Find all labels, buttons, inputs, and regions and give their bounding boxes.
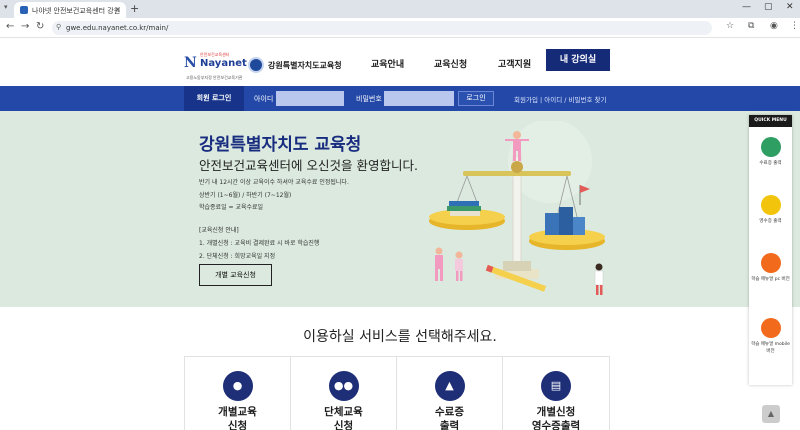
hero-subtitle: 안전보건교육센터에 오신것을 환영합니다.	[199, 158, 418, 173]
address-bar[interactable]: ⚲ gwe.edu.nayanet.co.kr/main/	[52, 21, 712, 35]
chat-bubble-icon	[760, 253, 781, 273]
service-individual-apply[interactable]: ● 개별교육 신청	[185, 357, 291, 430]
receipt-icon	[760, 195, 781, 215]
service-label: 단체교육 신청	[324, 406, 363, 430]
quick-certificate-print[interactable]: 수료증 출력	[749, 137, 792, 167]
service-label: 개별신청 영수증출력	[531, 406, 581, 430]
site-header: N 안전보건교육센터 Nayanet 고용노동부지정 안전보건교육기관 강원특별…	[0, 38, 800, 86]
login-bar: 회원 로그인 아이디 비밀번호 로그인 회원가입 | 아이디 / 비밀번호 찾기	[0, 86, 800, 111]
close-window-icon[interactable]: ✕	[786, 2, 794, 12]
education-office-seal-icon	[248, 57, 264, 73]
service-group-apply[interactable]: ●● 단체교육 신청	[291, 357, 397, 430]
user-icon: ●	[222, 371, 253, 401]
service-certificate-print[interactable]: ▲ 수료증 출력	[397, 357, 503, 430]
login-title: 회원 로그인	[184, 86, 244, 111]
hero-line: 반기 내 12시간 이상 교육이수 하셔야 교육수료 인정됩니다.	[199, 179, 349, 186]
menu-customer-support[interactable]: 고객지원	[498, 57, 531, 70]
hero-line: 상반기 (1~6월) / 하반기 (7~12월)	[199, 192, 292, 199]
bookmark-star-icon[interactable]: ☆	[726, 21, 734, 31]
quick-item-label: 수료증 출력	[759, 161, 782, 166]
service-label: 개별교육 신청	[218, 406, 257, 430]
hero-line: [교육신청 안내]	[199, 227, 239, 234]
browser-nav-bar: ← → ↻ ⚲ gwe.edu.nayanet.co.kr/main/ ☆ ⧉ …	[0, 18, 800, 38]
hero-banner: 강원특별자치도 교육청 안전보건교육센터에 오신것을 환영합니다. 반기 내 1…	[0, 111, 800, 307]
profile-icon[interactable]: ◉	[770, 21, 778, 31]
quick-receipt-print[interactable]: 영수증 출력	[749, 195, 792, 225]
logo-text: Nayanet	[200, 58, 247, 69]
extensions-icon[interactable]: ⧉	[748, 21, 754, 31]
id-label: 아이디	[254, 95, 274, 103]
nayanet-logo[interactable]: N 안전보건교육센터 Nayanet 고용노동부지정 안전보건교육기관	[184, 51, 247, 81]
browser-tab-bar: ▾ 나야넷 안전보건교육센터 강원 × + — ▢ ✕	[0, 0, 800, 18]
service-label: 수료증 출력	[435, 406, 464, 430]
site-info-icon[interactable]: ⚲	[56, 23, 61, 31]
hero-line: 학습종료일 = 교육수료일	[199, 204, 264, 211]
new-tab-icon[interactable]: +	[130, 2, 139, 15]
group-icon: ●●	[328, 371, 359, 401]
graduation-cap-icon: ▲	[434, 371, 465, 401]
graduation-cap-icon	[760, 137, 781, 157]
nj-mark-icon: N	[184, 55, 197, 71]
id-input[interactable]	[276, 91, 344, 106]
partner-name: 강원특별자치도교육청	[268, 61, 342, 70]
password-input[interactable]	[384, 91, 454, 106]
menu-education-info[interactable]: 교육안내	[371, 57, 404, 70]
password-label: 비밀번호	[356, 95, 382, 103]
maximize-icon[interactable]: ▢	[764, 2, 773, 12]
tab-search-icon[interactable]: ▾	[4, 3, 8, 11]
reload-icon[interactable]: ↻	[36, 21, 44, 32]
quick-menu-title: QUICK MENU	[749, 115, 792, 127]
tab-title: 나야넷 안전보건교육센터 강원	[32, 7, 121, 15]
hero-title: 강원특별자치도 교육청	[199, 135, 362, 155]
signup-find-links[interactable]: 회원가입 | 아이디 / 비밀번호 찾기	[514, 94, 606, 104]
services-grid: ● 개별교육 신청 ●● 단체교육 신청 ▲ 수료증 출력 ▤ 개별신청 영수증…	[184, 356, 610, 430]
browser-tab[interactable]: 나야넷 안전보건교육센터 강원 ×	[14, 2, 126, 18]
browser-menu-icon[interactable]: ⋮	[790, 21, 799, 31]
document-icon: ▤	[541, 371, 571, 401]
hero-line: 2. 단체신청 : 희망교육일 지정	[199, 253, 276, 260]
back-icon[interactable]: ←	[6, 21, 14, 32]
menu-education-apply[interactable]: 교육신청	[434, 57, 467, 70]
favicon-icon	[20, 6, 28, 14]
minimize-icon[interactable]: —	[742, 2, 751, 12]
my-classroom-button[interactable]: 내 강의실	[546, 49, 610, 71]
login-button[interactable]: 로그인	[458, 91, 494, 106]
quick-manual-pc[interactable]: 학습 매뉴얼 pc 버전	[749, 253, 792, 283]
scroll-to-top-button[interactable]: ▲	[762, 405, 780, 423]
services-title: 이용하실 서비스를 선택해주세요.	[303, 329, 497, 345]
quick-item-label: 학습 매뉴얼 pc 버전	[751, 277, 790, 282]
forward-icon[interactable]: →	[21, 21, 29, 32]
individual-apply-button[interactable]: 개별 교육신청	[199, 264, 272, 286]
balance-scale-illustration	[429, 121, 605, 295]
close-tab-icon[interactable]: ×	[114, 5, 121, 14]
url-text: gwe.edu.nayanet.co.kr/main/	[66, 24, 169, 32]
quick-item-label: 영수증 출력	[759, 219, 782, 224]
logo-subtext: 고용노동부지정 안전보건교육기관	[186, 75, 243, 80]
service-receipt-print[interactable]: ▤ 개별신청 영수증출력	[503, 357, 609, 430]
hero-line: 1. 개별신청 : 교육비 결제완료 시 바로 학습진행	[199, 240, 320, 247]
